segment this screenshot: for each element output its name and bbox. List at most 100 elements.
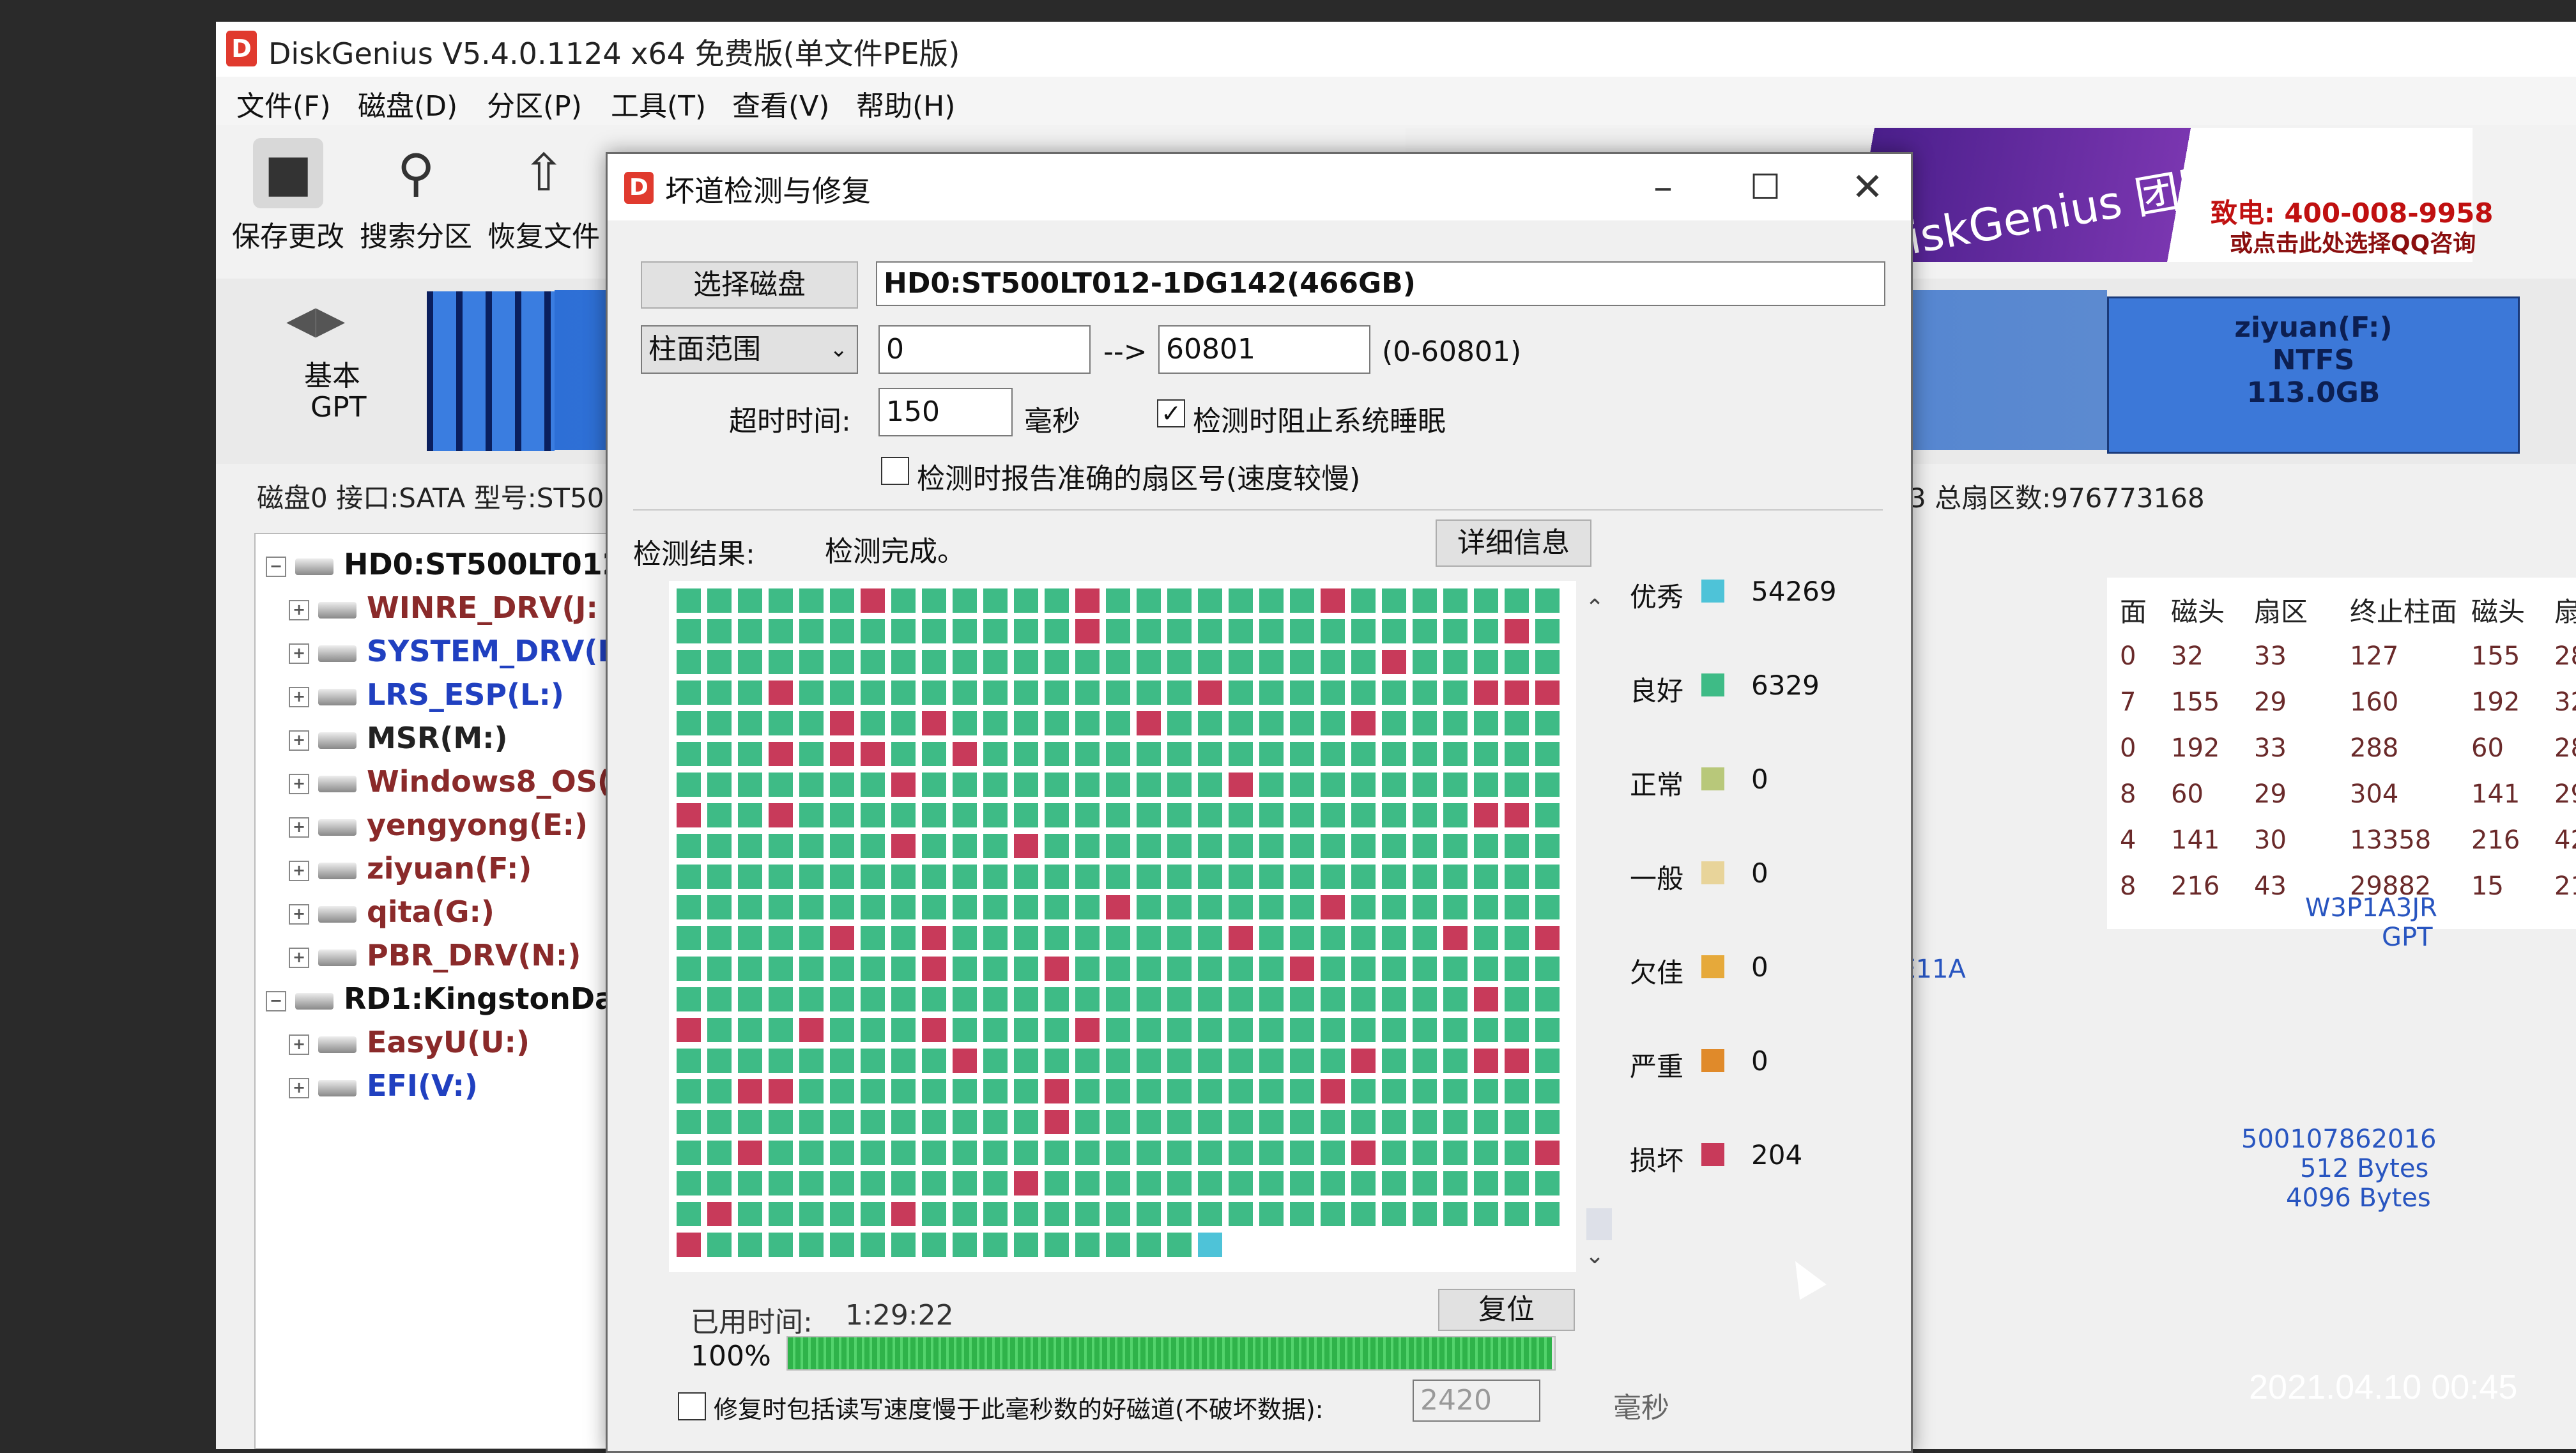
table-header[interactable]: 磁头 bbox=[2471, 590, 2525, 629]
tree-item[interactable]: + EFI(V:) bbox=[289, 1068, 478, 1103]
sector-cell bbox=[953, 803, 977, 827]
tree-item[interactable]: + LRS_ESP(L:) bbox=[289, 677, 564, 712]
sector-cell bbox=[799, 957, 824, 981]
close-icon[interactable]: ✕ bbox=[1829, 160, 1906, 214]
sector-cell bbox=[1382, 865, 1406, 889]
table-header[interactable]: 面 bbox=[2120, 590, 2147, 629]
sector-cell bbox=[1474, 926, 1498, 950]
sector-cell bbox=[830, 987, 854, 1011]
tree-item[interactable]: + WINRE_DRV(J: bbox=[289, 590, 598, 625]
report-sector-label: 检测时报告准确的扇区号(速度较慢) bbox=[917, 463, 1361, 495]
scroll-down-icon[interactable]: ⌄ bbox=[1585, 1243, 1604, 1269]
sector-cell bbox=[1075, 588, 1100, 613]
tree-item[interactable]: + Windows8_OS( bbox=[289, 764, 611, 799]
expand-icon[interactable]: + bbox=[289, 1077, 309, 1098]
sector-cell bbox=[1351, 680, 1376, 705]
sector-cell bbox=[1229, 1110, 1253, 1134]
sector-cell bbox=[1259, 1049, 1284, 1073]
scrollbar-thumb[interactable] bbox=[1586, 1208, 1612, 1240]
sector-cell bbox=[1167, 1202, 1192, 1226]
sector-cell bbox=[1137, 834, 1161, 858]
sector-cell bbox=[983, 619, 1008, 643]
expand-icon[interactable]: + bbox=[289, 903, 309, 925]
prevent-sleep-checkbox[interactable]: ✓ bbox=[1157, 399, 1185, 427]
tree-item[interactable]: + qita(G:) bbox=[289, 895, 494, 929]
menu-partition[interactable]: 分区(P) bbox=[487, 83, 582, 124]
sector-cell bbox=[1014, 895, 1038, 919]
sector-cell bbox=[861, 865, 885, 889]
repair-slow-checkbox[interactable] bbox=[678, 1392, 706, 1420]
repair-threshold-input[interactable]: 2420 bbox=[1413, 1380, 1540, 1422]
expand-icon[interactable]: + bbox=[289, 773, 309, 794]
banner-qq-link[interactable]: 或点击此处选择QQ咨询 bbox=[2230, 225, 2476, 258]
tree-item[interactable]: − RD1:KingstonDat bbox=[266, 981, 629, 1016]
sector-cell bbox=[830, 926, 854, 950]
sector-cell bbox=[1535, 987, 1560, 1011]
expand-icon[interactable]: + bbox=[289, 730, 309, 751]
save-button[interactable]: ■ 保存更改 bbox=[227, 138, 349, 272]
tree-item[interactable]: + ziyuan(F:) bbox=[289, 851, 532, 886]
sector-cell bbox=[1045, 834, 1069, 858]
expand-icon[interactable]: + bbox=[289, 1034, 309, 1055]
expand-icon[interactable]: + bbox=[289, 686, 309, 707]
table-header[interactable]: 终止柱面 bbox=[2350, 590, 2457, 629]
sector-cell bbox=[830, 742, 854, 766]
sector-cell bbox=[1382, 588, 1406, 613]
sector-cell bbox=[1382, 957, 1406, 981]
search-partition-button[interactable]: ⚲ 搜索分区 bbox=[355, 138, 477, 272]
reset-button[interactable]: 复位 bbox=[1438, 1289, 1575, 1331]
sector-cell bbox=[922, 1049, 946, 1073]
sector-cell bbox=[922, 1171, 946, 1195]
sector-cell bbox=[1290, 711, 1314, 735]
tree-item[interactable]: − HD0:ST500LT012- bbox=[266, 547, 635, 581]
menu-view[interactable]: 查看(V) bbox=[732, 83, 829, 124]
scroll-up-icon[interactable]: ⌃ bbox=[1585, 595, 1604, 621]
menu-tools[interactable]: 工具(T) bbox=[611, 83, 706, 124]
sector-cell bbox=[1474, 742, 1498, 766]
table-header[interactable]: 磁头 bbox=[2171, 590, 2225, 629]
select-disk-button[interactable]: 选择磁盘 bbox=[641, 261, 858, 309]
partition-strips[interactable] bbox=[427, 291, 555, 451]
expand-icon[interactable]: − bbox=[266, 556, 286, 577]
sector-cell bbox=[891, 1171, 916, 1195]
expand-icon[interactable]: + bbox=[289, 817, 309, 838]
partition-ziyuan-block[interactable]: ziyuan(F:) NTFS 113.0GB bbox=[2107, 296, 2520, 454]
nav-arrows-icon[interactable]: ◀▶ bbox=[286, 298, 345, 342]
menu-help[interactable]: 帮助(H) bbox=[856, 83, 955, 124]
sector-cell bbox=[1505, 619, 1529, 643]
tree-item[interactable]: + MSR(M:) bbox=[289, 721, 508, 755]
sector-cell bbox=[738, 803, 762, 827]
table-header[interactable]: 扇区 bbox=[2554, 590, 2576, 629]
sector-cell bbox=[1014, 1202, 1038, 1226]
range-start-input[interactable]: 0 bbox=[878, 325, 1091, 374]
sector-cell bbox=[1045, 1110, 1069, 1134]
menu-file[interactable]: 文件(F) bbox=[236, 83, 331, 124]
tree-item[interactable]: + PBR_DRV(N:) bbox=[289, 938, 581, 973]
tree-item[interactable]: + yengyong(E:) bbox=[289, 808, 588, 842]
minimize-icon[interactable]: – bbox=[1625, 160, 1701, 214]
menu-disk[interactable]: 磁盘(D) bbox=[358, 83, 457, 124]
expand-icon[interactable]: + bbox=[289, 860, 309, 881]
expand-icon[interactable]: − bbox=[266, 990, 286, 1011]
tree-item-label: EFI(V:) bbox=[367, 1068, 478, 1103]
range-end-input[interactable]: 60801 bbox=[1158, 325, 1370, 374]
sector-cell bbox=[707, 1110, 732, 1134]
tree-item[interactable]: + SYSTEM_DRV(K bbox=[289, 634, 620, 668]
sector-cell bbox=[1075, 711, 1100, 735]
maximize-icon[interactable]: ☐ bbox=[1727, 160, 1804, 214]
table-header[interactable]: 扇区 bbox=[2254, 590, 2308, 629]
sector-cell bbox=[799, 1018, 824, 1042]
sector-cell bbox=[738, 650, 762, 674]
expand-icon[interactable]: + bbox=[289, 643, 309, 664]
sector-cell bbox=[830, 803, 854, 827]
report-sector-checkbox[interactable] bbox=[881, 457, 909, 485]
expand-icon[interactable]: + bbox=[289, 947, 309, 968]
sector-cell bbox=[1014, 619, 1038, 643]
restore-files-button[interactable]: ⇧ 恢复文件 bbox=[483, 138, 604, 272]
timeout-input[interactable]: 150 bbox=[878, 388, 1013, 436]
range-mode-select[interactable]: 柱面范围 ⌄ bbox=[641, 325, 858, 374]
sector-cell bbox=[953, 588, 977, 613]
details-button[interactable]: 详细信息 bbox=[1436, 519, 1591, 567]
expand-icon[interactable]: + bbox=[289, 599, 309, 620]
tree-item[interactable]: + EasyU(U:) bbox=[289, 1025, 530, 1059]
